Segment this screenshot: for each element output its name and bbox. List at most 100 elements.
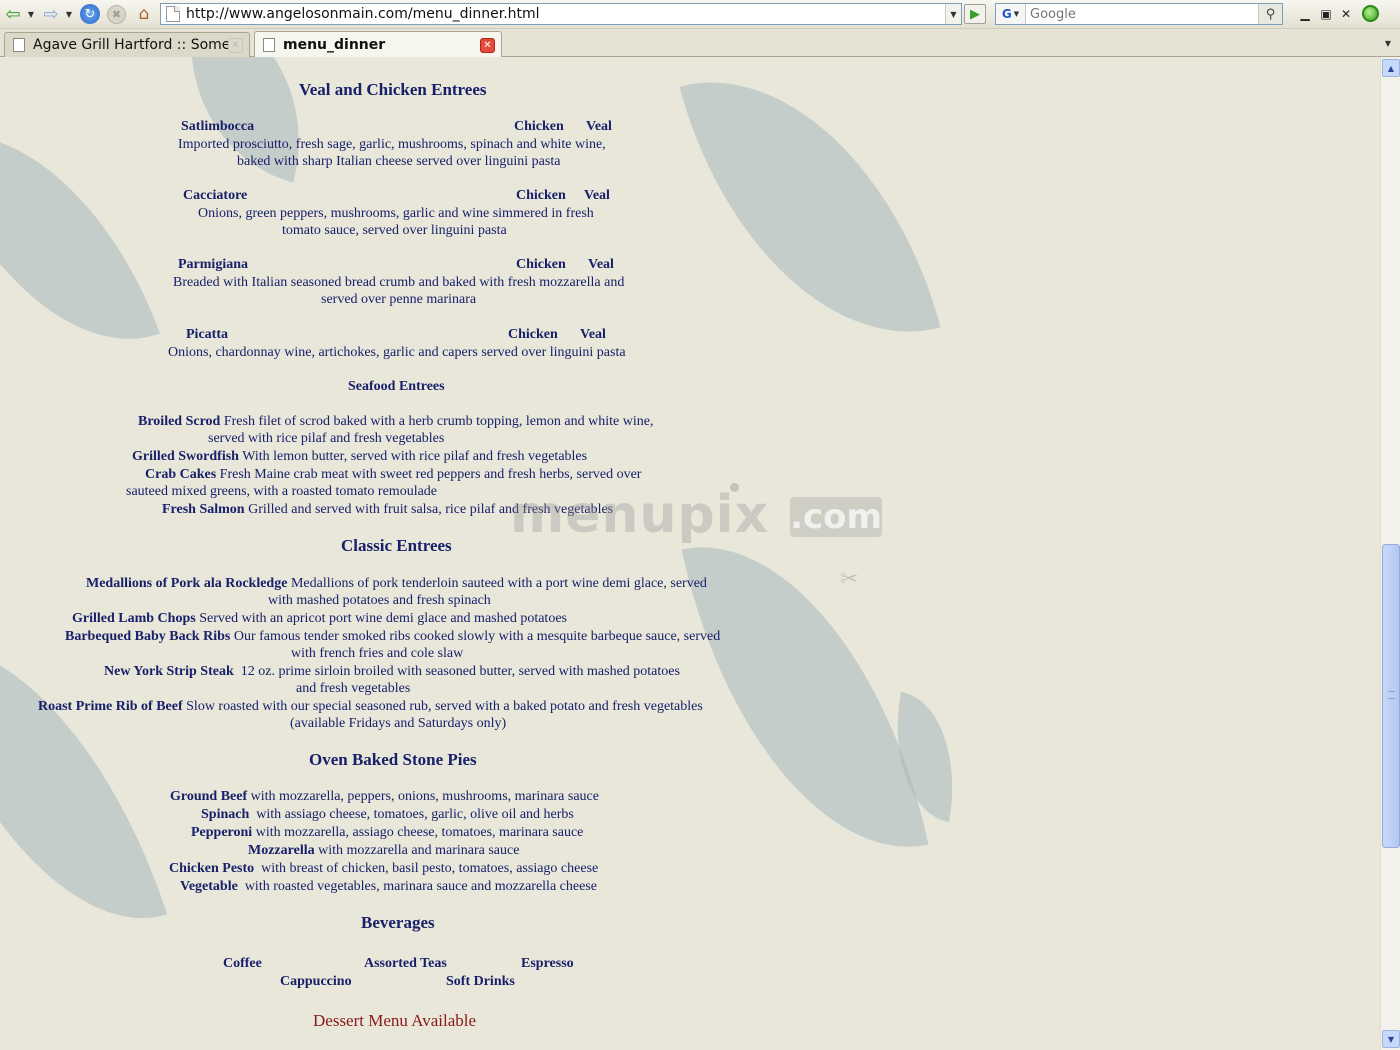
search-input[interactable] <box>1026 4 1258 24</box>
dinner-menu: Veal and Chicken Entrees Satlimbocca Chi… <box>0 57 800 1050</box>
close-icon: ✕ <box>483 39 492 51</box>
google-logo-icon: G <box>1001 7 1012 21</box>
beverage-item: Assorted Teas <box>364 956 447 971</box>
tab-close-button[interactable]: ✕ <box>228 37 243 53</box>
page-viewport: Veal and Chicken Entrees Satlimbocca Chi… <box>0 57 1380 1050</box>
search-engine-selector[interactable]: G ▼ <box>996 4 1026 24</box>
beverage-item: Coffee <box>223 956 262 971</box>
menu-item: Grilled Lamb Chops Served with an aprico… <box>72 610 567 627</box>
section-heading: Beverages <box>361 913 435 932</box>
menu-item-name: Satlimbocca <box>181 119 255 134</box>
menu-item-name: Picatta <box>186 327 228 342</box>
down-arrow-icon: ▼ <box>1387 1034 1395 1044</box>
menu-item: Grilled Swordfish With lemon butter, ser… <box>132 448 587 465</box>
url-text[interactable]: http://www.angelosonmain.com/menu_dinner… <box>186 6 945 22</box>
home-button[interactable]: ⌂ <box>133 3 155 25</box>
forward-arrow-icon: ⇨ <box>43 3 59 25</box>
menu-item-description: Fresh Maine crab meat with sweet red pep… <box>219 467 642 482</box>
url-history-dropdown[interactable]: ▼ <box>945 4 961 24</box>
menu-item: Mozzarella with mozzarella and marinara … <box>248 842 519 859</box>
close-icon: ✕ <box>1340 7 1352 21</box>
back-button[interactable]: ⇦ <box>2 3 24 25</box>
menu-item-name: Spinach <box>201 807 250 822</box>
menu-item-option: Chicken <box>516 188 566 203</box>
restore-button[interactable]: ▣ <box>1318 6 1334 22</box>
menu-item-description: with assiago cheese, tomatoes, garlic, o… <box>256 807 574 822</box>
dropdown-arrow-icon: ▼ <box>65 9 73 19</box>
tab-list-button[interactable]: ▼ <box>1380 35 1396 51</box>
dropdown-arrow-icon: ▼ <box>27 9 35 19</box>
up-arrow-icon: ▲ <box>1387 63 1395 73</box>
tab-menu-dinner[interactable]: menu_dinner ✕ <box>254 31 502 58</box>
restore-icon: ▣ <box>1320 7 1332 21</box>
activity-throbber-icon <box>1362 5 1379 22</box>
menu-item-description: Breaded with Italian seasoned bread crum… <box>173 275 625 290</box>
menu-item: Crab Cakes Fresh Maine crab meat with sw… <box>145 466 641 483</box>
stop-button[interactable]: ✖ <box>107 5 126 24</box>
back-arrow-icon: ⇦ <box>5 3 21 25</box>
menu-item-name: New York Strip Steak <box>104 664 234 679</box>
beverage-item: Soft Drinks <box>446 974 515 989</box>
menu-item-description: and fresh vegetables <box>296 681 411 696</box>
search-bar: G▼ ⚲ <box>995 3 1283 25</box>
section-heading: Classic Entrees <box>341 536 452 555</box>
back-history-dropdown[interactable]: ▼ <box>26 3 36 25</box>
section-heading: Seafood Entrees <box>348 379 445 394</box>
menu-item-name: Chicken Pesto <box>169 861 255 876</box>
menu-item-description: with french fries and cole slaw <box>291 646 464 661</box>
menu-item-option: Veal <box>588 257 614 272</box>
menu-item-description: with breast of chicken, basil pesto, tom… <box>261 861 599 876</box>
menu-item-name: Grilled Lamb Chops <box>72 611 196 626</box>
magnifier-icon: ⚲ <box>1265 6 1276 22</box>
menu-item-description: Grilled and served with fruit salsa, ric… <box>248 502 614 517</box>
tab-close-button[interactable]: ✕ <box>480 37 495 53</box>
menu-item-name: Ground Beef <box>170 789 248 804</box>
menu-item-name: Pepperoni <box>191 825 253 840</box>
beverage-item: Espresso <box>521 956 574 971</box>
scroll-down-button[interactable]: ▼ <box>1382 1030 1400 1048</box>
vertical-scrollbar[interactable]: ▲ ▼ <box>1380 57 1400 1050</box>
dropdown-arrow-icon: ▼ <box>1013 10 1020 18</box>
tab-label: Agave Grill Hartford :: Someth... <box>33 37 228 53</box>
tab-label: menu_dinner <box>283 37 386 53</box>
menu-item-name: Cacciatore <box>183 188 248 203</box>
search-button[interactable]: ⚲ <box>1258 4 1282 24</box>
minimize-button[interactable]: ▁ <box>1297 6 1313 22</box>
menu-item-name: Barbequed Baby Back Ribs <box>65 629 231 644</box>
menu-item-description: Onions, green peppers, mushrooms, garlic… <box>198 206 594 221</box>
menu-item-description: Our famous tender smoked ribs cooked slo… <box>233 629 721 644</box>
grip-icon <box>1388 691 1395 699</box>
menu-item: Vegetable with roasted vegetables, marin… <box>180 878 597 895</box>
menu-item: New York Strip Steak 12 oz. prime sirloi… <box>104 663 680 680</box>
menu-item-description: with mashed potatoes and fresh spinach <box>268 593 491 608</box>
forward-button[interactable]: ⇨ <box>40 3 62 25</box>
menu-item: Spinach with assiago cheese, tomatoes, g… <box>201 806 574 823</box>
menu-item-name: Grilled Swordfish <box>132 449 239 464</box>
menu-item-description: served with rice pilaf and fresh vegetab… <box>208 431 445 446</box>
minimize-icon: ▁ <box>1300 7 1310 21</box>
tab-agave-grill[interactable]: Agave Grill Hartford :: Someth... ✕ <box>4 32 250 57</box>
menu-item-name: Vegetable <box>180 879 238 894</box>
reload-button[interactable]: ↻ <box>80 4 100 24</box>
menu-item: Barbequed Baby Back Ribs Our famous tend… <box>65 628 720 645</box>
scroll-up-button[interactable]: ▲ <box>1382 59 1400 77</box>
page-icon <box>263 38 275 52</box>
menu-item-option: Chicken <box>516 257 566 272</box>
menu-item-description: with mozzarella, peppers, onions, mushro… <box>250 789 599 804</box>
section-heading: Veal and Chicken Entrees <box>299 80 487 99</box>
watermark-domain: .com <box>790 497 882 537</box>
go-button[interactable]: ▶ <box>964 4 986 24</box>
menu-item-description: Medallions of pork tenderloin sauteed wi… <box>290 576 707 591</box>
tab-strip: Agave Grill Hartford :: Someth... ✕ menu… <box>0 29 1400 58</box>
close-window-button[interactable]: ✕ <box>1338 6 1354 22</box>
menu-item-name: Fresh Salmon <box>162 502 245 517</box>
menu-item-description: Fresh filet of scrod baked with a herb c… <box>223 414 654 429</box>
scrollbar-thumb[interactable] <box>1382 544 1400 848</box>
close-icon: ✕ <box>231 39 240 51</box>
address-bar[interactable]: http://www.angelosonmain.com/menu_dinner… <box>160 3 962 25</box>
dessert-menu-note: Dessert Menu Available <box>313 1011 477 1030</box>
menu-item-description: 12 oz. prime sirloin broiled with season… <box>240 664 680 679</box>
home-icon: ⌂ <box>138 4 150 24</box>
forward-history-dropdown[interactable]: ▼ <box>64 3 74 25</box>
menu-item: Pepperoni with mozzarella, assiago chees… <box>191 824 583 841</box>
